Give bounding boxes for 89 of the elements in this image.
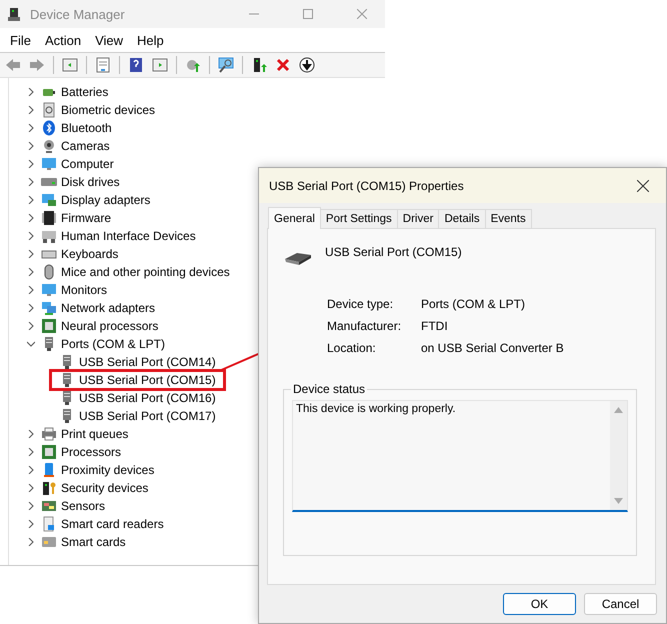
tree-item[interactable]: Human Interface Devices <box>61 229 196 243</box>
expand-icon[interactable] <box>27 466 35 474</box>
menu-item[interactable]: Action <box>38 32 88 48</box>
tree-item[interactable]: Keyboards <box>61 247 118 261</box>
expand-icon[interactable] <box>27 304 35 312</box>
processor-icon <box>41 318 57 334</box>
device-name: USB Serial Port (COM15) <box>325 245 462 259</box>
tree-item[interactable]: Bluetooth <box>61 121 112 135</box>
expand-icon[interactable] <box>27 484 35 492</box>
tree-item[interactable]: Smart card readers <box>61 517 164 531</box>
printer-icon <box>41 426 57 442</box>
tree-item[interactable]: Print queues <box>61 427 128 441</box>
property-value: FTDI <box>421 319 449 333</box>
collapse-icon[interactable] <box>27 340 35 348</box>
property-label: Device type: <box>327 297 394 311</box>
property-label: Location: <box>327 341 377 355</box>
tree-item[interactable]: Computer <box>61 157 114 171</box>
property-value: on USB Serial Converter B <box>421 341 565 355</box>
webcam-icon <box>41 138 57 154</box>
tree-item[interactable]: Firmware <box>61 211 111 225</box>
app-icon <box>6 6 22 22</box>
tree-item[interactable]: Sensors <box>61 499 106 513</box>
dialog-button[interactable]: Cancel <box>584 593 657 615</box>
tree-item[interactable]: USB Serial Port (COM14) <box>79 355 216 369</box>
display-adapter-icon <box>41 192 57 208</box>
expand-icon[interactable] <box>27 124 35 132</box>
expand-icon[interactable] <box>27 502 35 510</box>
tree-item[interactable]: Batteries <box>61 85 108 99</box>
tree-item[interactable]: Security devices <box>61 481 148 495</box>
tree-item[interactable]: Network adapters <box>61 301 156 315</box>
tree-item[interactable]: Proximity devices <box>61 463 154 477</box>
tree-item[interactable]: Disk drives <box>61 175 120 189</box>
tree-item[interactable]: Processors <box>61 445 122 459</box>
expand-icon[interactable] <box>27 178 35 186</box>
window-title: Device Manager <box>30 6 126 22</box>
network-icon <box>41 300 57 316</box>
maximize-icon[interactable] <box>303 9 313 19</box>
expand-icon[interactable] <box>27 520 35 528</box>
expand-icon[interactable] <box>27 196 35 204</box>
tree-item[interactable]: Neural processors <box>61 319 158 333</box>
menu-item[interactable]: File <box>4 32 37 48</box>
group-title: Device status <box>291 382 368 396</box>
expand-icon[interactable] <box>27 538 35 546</box>
tree-item[interactable]: Mice and other pointing devices <box>61 265 230 279</box>
tree-item[interactable]: USB Serial Port (COM16) <box>79 391 216 405</box>
bluetooth-icon <box>41 120 57 136</box>
expand-icon[interactable] <box>27 232 35 240</box>
connector-icon <box>283 250 313 266</box>
expand-icon[interactable] <box>27 430 35 438</box>
expand-icon[interactable] <box>27 160 35 168</box>
monitor-icon <box>41 282 57 298</box>
tree-item[interactable]: Monitors <box>61 283 108 297</box>
tab[interactable]: General <box>268 207 321 229</box>
tree-item[interactable]: Ports (COM & LPT) <box>61 337 166 351</box>
expand-icon[interactable] <box>27 322 35 330</box>
tree-item[interactable]: Biometric devices <box>61 103 156 117</box>
tree-item[interactable]: USB Serial Port (COM17) <box>79 409 216 423</box>
expand-icon[interactable] <box>27 286 35 294</box>
expand-icon[interactable] <box>27 268 35 276</box>
property-label: Manufacturer: <box>327 319 402 333</box>
expand-icon[interactable] <box>27 214 35 222</box>
chip-icon <box>41 210 57 226</box>
key-icon <box>41 480 57 496</box>
property-value: Ports (COM & LPT) <box>421 297 526 311</box>
expand-icon[interactable] <box>27 88 35 96</box>
dialog-title: USB Serial Port (COM15) Properties <box>269 178 465 192</box>
expand-icon[interactable] <box>27 250 35 258</box>
processor-icon <box>41 444 57 460</box>
menu-item[interactable]: View <box>89 32 130 48</box>
phone-icon <box>41 462 57 478</box>
fingerprint-icon <box>41 102 57 118</box>
tree-item[interactable]: Smart cards <box>61 535 126 549</box>
tree-item[interactable]: USB Serial Port (COM15) <box>79 373 216 387</box>
expand-icon[interactable] <box>27 106 35 114</box>
monitor-icon <box>41 156 57 172</box>
tree-item[interactable]: Cameras <box>61 139 110 153</box>
card-reader-icon <box>41 516 57 532</box>
dialog-button[interactable]: OK <box>503 593 576 615</box>
map-icon <box>41 498 57 514</box>
download-button[interactable] <box>297 55 317 75</box>
menu-item[interactable]: Help <box>131 32 170 48</box>
expand-icon[interactable] <box>27 448 35 456</box>
minimize-icon[interactable] <box>249 13 259 15</box>
close-icon[interactable] <box>637 180 649 192</box>
tree-item[interactable]: Display adapters <box>61 193 150 207</box>
smart-card-icon <box>41 534 57 550</box>
scan-button[interactable] <box>216 55 236 75</box>
expand-icon[interactable] <box>27 142 35 150</box>
tab[interactable]: Events <box>484 209 532 229</box>
